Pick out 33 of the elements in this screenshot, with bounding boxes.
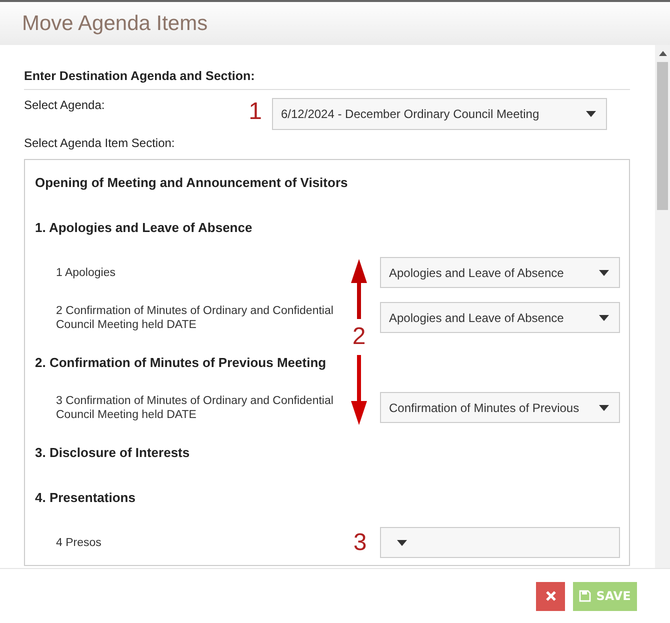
section-dropdown[interactable]: Confirmation of Minutes of Previous — [380, 392, 620, 423]
section-title: Opening of Meeting and Announcement of Visitors — [35, 175, 348, 190]
section-title: 1. Apologies and Leave of Absence — [35, 220, 252, 235]
scroll-thumb[interactable] — [657, 62, 668, 210]
section-title: 2. Confirmation of Minutes of Previous Meeting — [35, 355, 326, 370]
scrollbar[interactable] — [655, 45, 670, 568]
caret-icon — [397, 540, 407, 546]
close-button[interactable] — [536, 582, 565, 610]
annotation-number: 1 — [248, 100, 262, 124]
field-label: Select Agenda Item Section: — [24, 136, 176, 150]
arrow-up-icon — [351, 259, 367, 319]
dialog-title: Move Agenda Items — [22, 12, 208, 36]
item-label: 3 Confirmation of Minutes of Ordinary and Confidential Council Meeting held DATE — [56, 394, 334, 422]
item-label: 1 Apologies — [56, 266, 116, 280]
annotation-number: 2 — [352, 325, 366, 349]
item-label: 2 Confirmation of Minutes of Ordinary and Confidential Council Meeting held DATE — [56, 304, 334, 332]
section-title: 4. Presentations — [35, 490, 136, 505]
field-label: Select Agenda: — [24, 98, 106, 112]
form-heading: Enter Destination Agenda and Section: — [24, 69, 630, 90]
arrow-down-icon — [351, 355, 367, 425]
scroll-up-icon[interactable] — [658, 51, 666, 56]
caret-icon — [599, 404, 609, 410]
section-title: 3. Disclosure of Interests — [35, 445, 190, 460]
agenda-dropdown[interactable]: 6/12/2024 - December Ordinary Council Meeting — [272, 98, 607, 130]
close-icon — [546, 591, 556, 601]
caret-icon — [586, 111, 596, 117]
section-dropdown[interactable]: Apologies and Leave of Absence — [380, 302, 620, 333]
section-dropdown[interactable]: Apologies and Leave of Absence — [380, 257, 620, 288]
annotation-number: 3 — [353, 530, 367, 554]
caret-icon — [599, 270, 609, 276]
item-label: 4 Presos — [56, 536, 102, 550]
caret-icon — [599, 314, 609, 320]
section-dropdown[interactable] — [380, 527, 620, 558]
